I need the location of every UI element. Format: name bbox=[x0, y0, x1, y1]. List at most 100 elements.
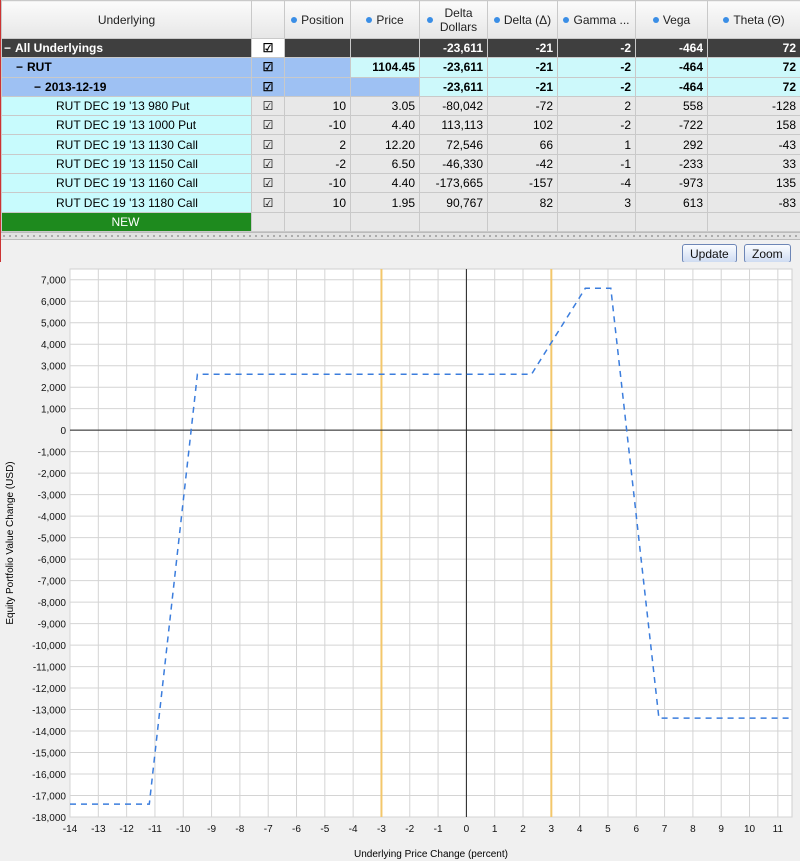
theta-cell bbox=[707, 211, 800, 232]
x-tick-label: -2 bbox=[405, 824, 414, 835]
row-label: All Underlyings bbox=[15, 41, 104, 56]
column-header-label: Position bbox=[301, 12, 344, 27]
table-row[interactable]: NEW bbox=[1, 211, 800, 232]
x-tick-label: -10 bbox=[176, 824, 191, 835]
table-row[interactable]: RUT DEC 19 '13 1180 Call ☑ 10 1.95 90,767 82 3… bbox=[1, 192, 800, 213]
zoom-button[interactable]: Zoom bbox=[744, 244, 791, 263]
row-name-cell[interactable]: RUT DEC 19 '13 1180 Call bbox=[1, 192, 252, 213]
column-header-6[interactable]: Gamma ... bbox=[557, 0, 636, 39]
y-tick-label: -13,000 bbox=[32, 706, 66, 717]
column-header-label: Delta Dollars bbox=[439, 5, 478, 34]
theta-cell: -83 bbox=[707, 192, 800, 213]
row-label: RUT bbox=[27, 60, 52, 75]
x-tick-label: 7 bbox=[662, 824, 668, 835]
table-row[interactable]: RUT DEC 19 '13 1150 Call ☑ -2 6.50 -46,330 -4… bbox=[1, 153, 800, 175]
table-row[interactable]: RUT DEC 19 '13 1160 Call ☑ -10 4.40 -173,665… bbox=[1, 173, 800, 194]
row-name-cell[interactable]: RUT DEC 19 '13 1130 Call bbox=[1, 134, 252, 155]
column-header-0[interactable]: Underlying bbox=[1, 0, 252, 39]
x-tick-label: -14 bbox=[63, 824, 78, 835]
column-header-2[interactable]: Position bbox=[284, 0, 351, 39]
row-name-cell[interactable]: RUT DEC 19 '13 1160 Call bbox=[1, 173, 252, 194]
row-name-cell[interactable]: RUT DEC 19 '13 1150 Call bbox=[1, 153, 252, 175]
row-name-cell[interactable]: −2013-12-19 bbox=[1, 76, 252, 97]
price-cell: 4.40 bbox=[350, 173, 420, 194]
include-checkbox[interactable]: ☑ bbox=[251, 115, 285, 136]
x-tick-label: -1 bbox=[434, 824, 443, 835]
include-checkbox[interactable] bbox=[251, 211, 285, 232]
column-header-1[interactable] bbox=[251, 0, 285, 39]
include-checkbox[interactable]: ☑ bbox=[251, 134, 285, 155]
include-checkbox[interactable]: ☑ bbox=[251, 192, 285, 213]
include-checkbox[interactable]: ☑ bbox=[251, 153, 285, 175]
vega-cell: -464 bbox=[635, 76, 708, 97]
column-header-3[interactable]: Price bbox=[350, 0, 420, 39]
row-name-cell[interactable]: RUT DEC 19 '13 980 Put bbox=[1, 95, 252, 117]
table-row[interactable]: − All Underlyings ☑ -23,611 -21 -2 -464 72 bbox=[1, 37, 800, 59]
theta-cell: 158 bbox=[707, 115, 800, 136]
table-row[interactable]: − RUT ☑ 1104.45 -23,611 -21 -2 -464 72 bbox=[1, 57, 800, 78]
delta-dollars-cell bbox=[419, 211, 488, 232]
update-button[interactable]: Update bbox=[682, 244, 737, 263]
delta-dollars-cell: -23,611 bbox=[419, 57, 488, 78]
price-cell bbox=[350, 37, 420, 59]
sort-dot-icon bbox=[652, 17, 659, 24]
table-row[interactable]: RUT DEC 19 '13 1000 Put ☑ -10 4.40 113,113 10… bbox=[1, 115, 800, 136]
sort-dot-icon bbox=[493, 17, 500, 24]
y-tick-label: -1,000 bbox=[38, 448, 67, 459]
delta-cell: -72 bbox=[487, 95, 558, 117]
row-name-cell[interactable]: − RUT bbox=[1, 57, 252, 78]
include-checkbox[interactable]: ☑ bbox=[251, 95, 285, 117]
column-header-5[interactable]: Delta (Δ) bbox=[487, 0, 558, 39]
delta-cell: 102 bbox=[487, 115, 558, 136]
position-cell bbox=[284, 37, 351, 59]
row-label: RUT DEC 19 '13 980 Put bbox=[56, 99, 190, 114]
x-tick-label: 8 bbox=[690, 824, 696, 835]
include-checkbox[interactable]: ☑ bbox=[251, 37, 285, 59]
include-checkbox[interactable]: ☑ bbox=[251, 57, 285, 78]
column-header-label: Theta (Θ) bbox=[733, 12, 785, 27]
position-cell: -2 bbox=[284, 153, 351, 175]
collapse-icon[interactable]: − bbox=[16, 60, 23, 74]
pane-splitter[interactable] bbox=[1, 232, 800, 240]
x-tick-label: -7 bbox=[264, 824, 273, 835]
delta-dollars-cell: -23,611 bbox=[419, 37, 488, 59]
row-label: RUT DEC 19 '13 1000 Put bbox=[56, 118, 197, 133]
x-tick-label: 4 bbox=[577, 824, 583, 835]
table-row[interactable]: RUT DEC 19 '13 980 Put ☑ 10 3.05 -80,042 -72 2… bbox=[1, 95, 800, 117]
y-tick-label: 7,000 bbox=[41, 276, 66, 287]
y-tick-label: -4,000 bbox=[38, 512, 67, 523]
price-cell bbox=[350, 76, 420, 97]
include-checkbox[interactable]: ☑ bbox=[251, 173, 285, 194]
gamma-cell: -1 bbox=[557, 153, 636, 175]
sort-dot-icon bbox=[426, 16, 433, 23]
table-row[interactable]: RUT DEC 19 '13 1130 Call ☑ 2 12.20 72,546 66 1… bbox=[1, 134, 800, 155]
row-label: RUT DEC 19 '13 1160 Call bbox=[56, 176, 198, 191]
vega-cell: -722 bbox=[635, 115, 708, 136]
row-name-cell[interactable]: − All Underlyings bbox=[1, 37, 252, 59]
gamma-cell: -2 bbox=[557, 57, 636, 78]
y-tick-label: -12,000 bbox=[32, 684, 66, 695]
column-header-4[interactable]: Delta Dollars bbox=[419, 0, 488, 39]
position-cell: 10 bbox=[284, 192, 351, 213]
delta-cell: -21 bbox=[487, 76, 558, 97]
row-name-cell[interactable]: NEW bbox=[1, 211, 252, 232]
column-header-8[interactable]: Theta (Θ) bbox=[707, 0, 800, 39]
row-name-cell[interactable]: RUT DEC 19 '13 1000 Put bbox=[1, 115, 252, 136]
vega-cell: -464 bbox=[635, 37, 708, 59]
y-tick-label: 6,000 bbox=[41, 297, 66, 308]
column-header-7[interactable]: Vega bbox=[635, 0, 708, 39]
collapse-icon[interactable]: − bbox=[4, 41, 11, 55]
x-tick-label: -3 bbox=[377, 824, 386, 835]
theta-cell: 33 bbox=[707, 153, 800, 175]
delta-cell: -42 bbox=[487, 153, 558, 175]
theta-cell: -43 bbox=[707, 134, 800, 155]
table-row[interactable]: −2013-12-19 ☑ -23,611 -21 -2 -464 72 bbox=[1, 76, 800, 97]
x-tick-label: -5 bbox=[320, 824, 329, 835]
vega-cell: -464 bbox=[635, 57, 708, 78]
vega-cell: -233 bbox=[635, 153, 708, 175]
gamma-cell bbox=[557, 211, 636, 232]
include-checkbox[interactable]: ☑ bbox=[251, 76, 285, 97]
y-tick-label: -17,000 bbox=[32, 792, 66, 803]
position-cell: -10 bbox=[284, 115, 351, 136]
collapse-icon[interactable]: − bbox=[34, 80, 41, 94]
